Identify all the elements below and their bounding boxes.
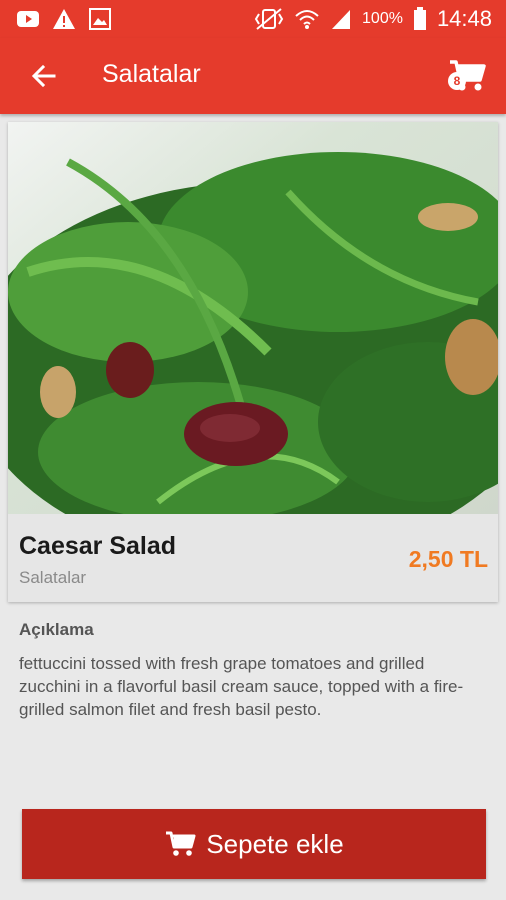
youtube-icon: [17, 11, 39, 27]
product-price: 2,50 TL: [408, 546, 488, 572]
warning-icon: [53, 9, 75, 29]
app-bar: Salatalar 8: [0, 38, 506, 114]
product-image: [8, 122, 498, 514]
add-to-cart-button[interactable]: Sepete ekle: [22, 809, 486, 879]
vibrate-icon: [254, 8, 284, 30]
status-bar: 100% 14:48: [0, 0, 506, 38]
description-title: Açıklama: [19, 620, 94, 639]
product-card: Caesar Salad Salatalar 2,50 TL: [8, 122, 498, 602]
image-icon: [89, 8, 111, 30]
battery-percent: 100%: [362, 10, 403, 27]
description-text: fettuccini tossed with fresh grape tomat…: [19, 654, 464, 719]
back-button[interactable]: [28, 60, 60, 92]
wifi-icon: [295, 10, 319, 29]
status-left-icons: [16, 7, 112, 31]
page-title: Salatalar: [102, 60, 201, 88]
cart-icon: [166, 831, 196, 856]
product-category: Salatalar: [19, 568, 87, 587]
product-name: Caesar Salad: [19, 532, 177, 560]
signal-icon: [332, 10, 351, 29]
arrow-back-icon: [31, 64, 56, 88]
battery-icon: [413, 7, 426, 30]
description-section: Açıklama fettuccini tossed with fresh gr…: [19, 620, 489, 721]
clock: 14:48: [436, 6, 492, 31]
cart-button[interactable]: 8: [444, 56, 488, 96]
cart-count-badge: 8: [448, 72, 466, 90]
status-right: 100% 14:48: [254, 6, 492, 32]
add-to-cart-label: Sepete ekle: [206, 828, 344, 859]
